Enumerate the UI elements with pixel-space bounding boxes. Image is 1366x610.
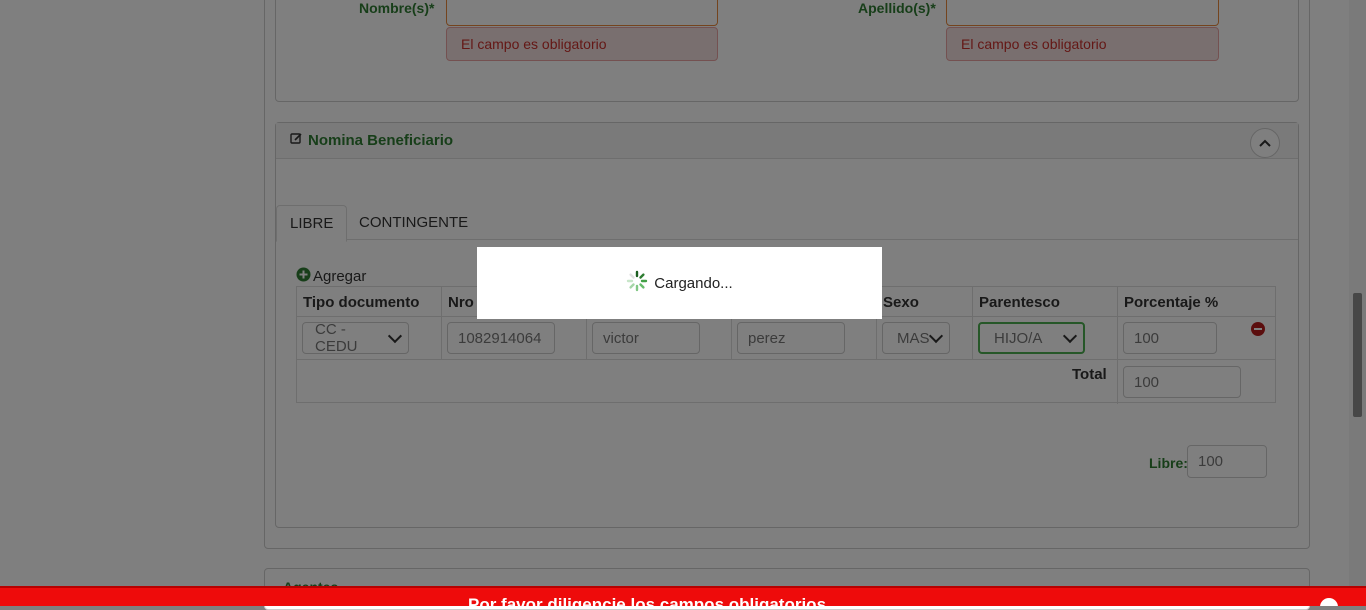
scrollbar-thumb[interactable] xyxy=(1353,293,1362,417)
required-fields-banner: Por favor diligencie los campos obligato… xyxy=(0,586,1366,606)
page-scrollbar[interactable] xyxy=(1349,0,1366,604)
banner-text: Por favor diligencie los campos obligato… xyxy=(468,595,827,606)
loading-dialog: Cargando... xyxy=(477,247,882,319)
close-icon[interactable] xyxy=(1320,598,1338,606)
spinner-icon xyxy=(626,270,648,296)
loader-text: Cargando... xyxy=(654,274,733,292)
